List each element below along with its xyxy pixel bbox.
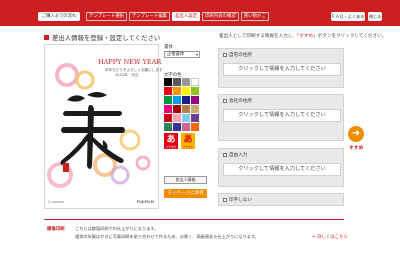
save-mypage-button[interactable]: マイページに保存	[164, 189, 207, 198]
no-print-title: 印字しない	[229, 198, 252, 203]
font-label: 書体	[164, 45, 173, 50]
chevron-down-icon: ▾	[195, 52, 198, 57]
color-swatch[interactable]	[164, 78, 172, 86]
color-swatch[interactable]	[173, 123, 181, 131]
color-swatch[interactable]	[173, 78, 181, 86]
color-swatch[interactable]	[191, 105, 199, 113]
section-heading: 差出人情報を登録・設定してください	[44, 33, 160, 42]
card-maker-logo: FUJIFILM	[136, 200, 154, 204]
tab-sender-settings[interactable]: 差出人設定	[172, 12, 200, 21]
next-label[interactable]: すすめ	[349, 144, 363, 151]
instruction-part: 差出人として印刷する情報を入力し、「	[219, 34, 300, 39]
card-date: 2022年 元旦	[115, 73, 139, 77]
company-address-input-prompt[interactable]: クリックして情報を入力してください	[223, 109, 341, 122]
instruction-part: 」ボタンをクリックしてください。	[313, 34, 387, 39]
next-button[interactable]: ➜	[348, 126, 364, 142]
color-swatch[interactable]	[191, 78, 199, 86]
color-swatch[interactable]	[182, 87, 190, 95]
home-address-box[interactable]: 自宅の住所 クリックして情報を入力してください	[218, 48, 344, 88]
home-address-checkbox[interactable]	[223, 53, 227, 57]
divider	[44, 219, 344, 220]
flow-button[interactable]: ご購入までの流れ	[38, 12, 80, 21]
instruction-text: 差出人として印刷する情報を入力し、「すすめ」ボタンをクリックしてください。	[219, 33, 386, 39]
print-note-line1: こちらは銀塩印刷での仕上がりになります。	[75, 226, 159, 231]
arrow-right-icon: ➜	[351, 128, 361, 139]
tab-print-confirm[interactable]: 印刷内容の確認	[201, 12, 239, 21]
color-palette	[164, 78, 199, 131]
color-swatch[interactable]	[164, 114, 172, 122]
color-swatch[interactable]	[173, 96, 181, 104]
free-input-title: 自由入力	[229, 153, 248, 158]
fuchi-on-glyph: あ	[166, 135, 176, 145]
free-input-box[interactable]: 自由入力 クリックして情報を入力してください	[218, 148, 344, 187]
heading-bullet-icon	[44, 35, 49, 40]
color-swatch[interactable]	[191, 114, 199, 122]
color-swatch[interactable]	[164, 96, 172, 104]
free-input-checkbox[interactable]	[223, 153, 227, 157]
home-address-input-prompt[interactable]: クリックして情報を入力してください	[223, 63, 341, 76]
color-swatch[interactable]	[173, 105, 181, 113]
card-headline: HAPPY NEW YEAR	[98, 58, 162, 66]
fuchi-off-button[interactable]: あ フチなし	[181, 133, 195, 149]
detail-link[interactable]: ⇒ 詳しくはこちら	[312, 234, 348, 240]
color-swatch[interactable]	[182, 123, 190, 131]
header-bar: ご購入までの流れ テンプレート選択 テンプレート編集 差出人設定 印刷内容の確認…	[0, 0, 400, 26]
print-note-line2: 通常の年賀はがきに写真印刷を貼り合わせて作るため、分厚く、高級感ある仕上がりにな…	[75, 234, 259, 239]
color-swatch[interactable]	[164, 105, 172, 113]
font-select[interactable]: 正楷書体 ▾	[164, 51, 200, 58]
color-swatch[interactable]	[173, 87, 181, 95]
card-code: C-xxxxxx	[48, 200, 65, 204]
color-swatch[interactable]	[182, 78, 190, 86]
card-preview[interactable]: HAPPY NEW YEAR 本年もどうぞよろしくお願いします 2022年 元旦…	[44, 44, 162, 209]
step-tabs: テンプレート選択 テンプレート編集 差出人設定 印刷内容の確認 買い物かご	[86, 12, 271, 22]
fuchi-off-sub: フチなし	[182, 145, 194, 149]
color-swatch[interactable]	[182, 114, 190, 122]
page-title: 差出人情報を登録・設定してください	[52, 34, 161, 42]
faq-button[interactable]: ＦＡＱ・よくある質問	[331, 12, 365, 21]
tab-template-select[interactable]: テンプレート選択	[86, 12, 127, 21]
color-swatch[interactable]	[182, 96, 190, 104]
instruction-highlight: すすめ	[299, 34, 314, 39]
font-select-value: 正楷書体	[167, 52, 185, 57]
color-swatch[interactable]	[164, 87, 172, 95]
add-sender-button[interactable]: 差出人情報	[164, 176, 207, 184]
free-input-prompt[interactable]: クリックして情報を入力してください	[223, 163, 341, 176]
fuchi-off-glyph: あ	[183, 135, 193, 145]
color-swatch[interactable]	[191, 96, 199, 104]
no-print-box[interactable]: 印字しない	[218, 193, 344, 206]
tab-cart[interactable]: 買い物かご	[240, 12, 269, 21]
print-type-label: 銀塩印刷	[47, 227, 65, 232]
company-address-title: 会社の住所	[229, 99, 252, 104]
home-address-title: 自宅の住所	[229, 53, 252, 58]
style-tools: 書体 正楷書体 ▾ 文字の色 フチ あ フチあり あ フチなし	[164, 44, 212, 149]
fuchi-on-sub: フチあり	[165, 145, 177, 149]
color-swatch[interactable]	[182, 105, 190, 113]
color-swatch[interactable]	[191, 123, 199, 131]
no-print-checkbox[interactable]	[223, 198, 227, 202]
color-swatch[interactable]	[173, 114, 181, 122]
tab-template-edit[interactable]: テンプレート編集	[129, 12, 170, 21]
fuchi-on-button[interactable]: あ フチあり	[164, 133, 178, 149]
company-address-box[interactable]: 会社の住所 クリックして情報を入力してください	[218, 94, 344, 141]
close-button[interactable]: 閉じる	[368, 12, 382, 21]
company-address-checkbox[interactable]	[223, 99, 227, 103]
color-swatch[interactable]	[191, 87, 199, 95]
